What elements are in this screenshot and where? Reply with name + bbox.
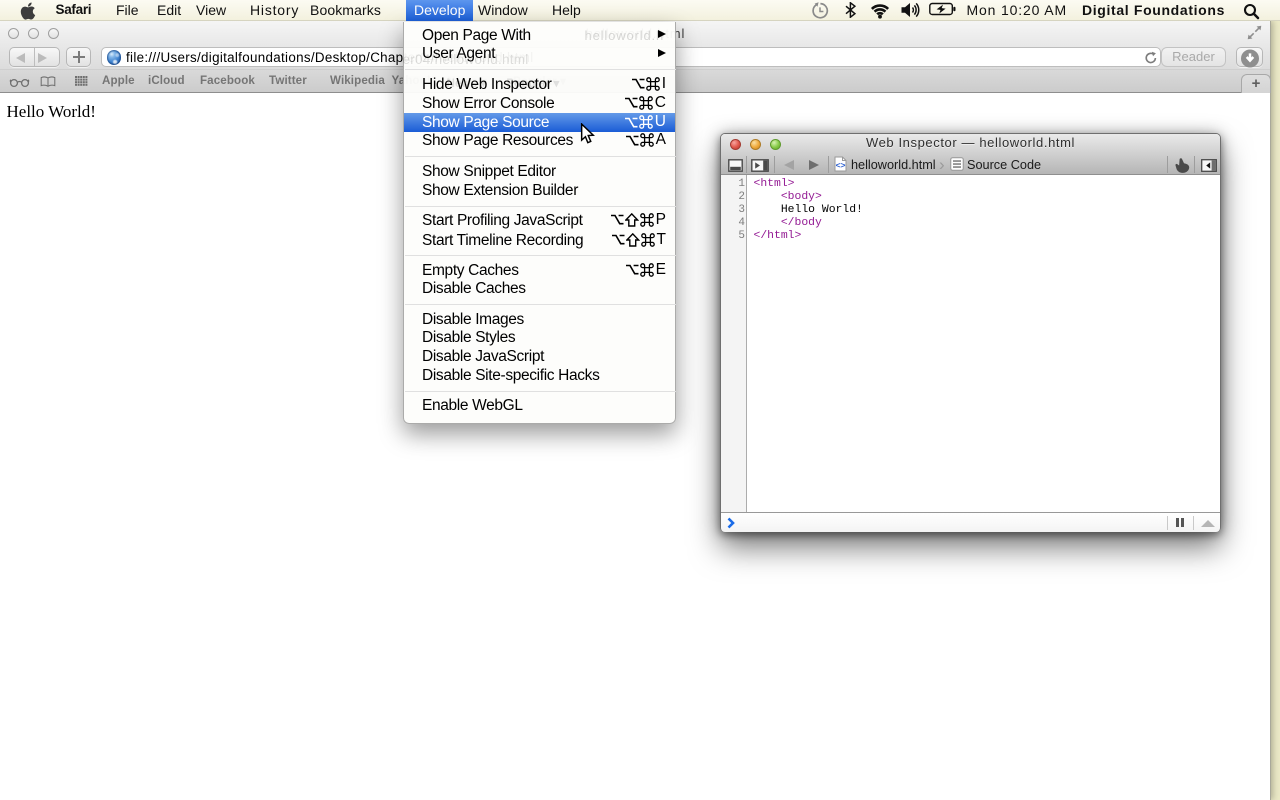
- svg-text:<>: <>: [836, 160, 846, 170]
